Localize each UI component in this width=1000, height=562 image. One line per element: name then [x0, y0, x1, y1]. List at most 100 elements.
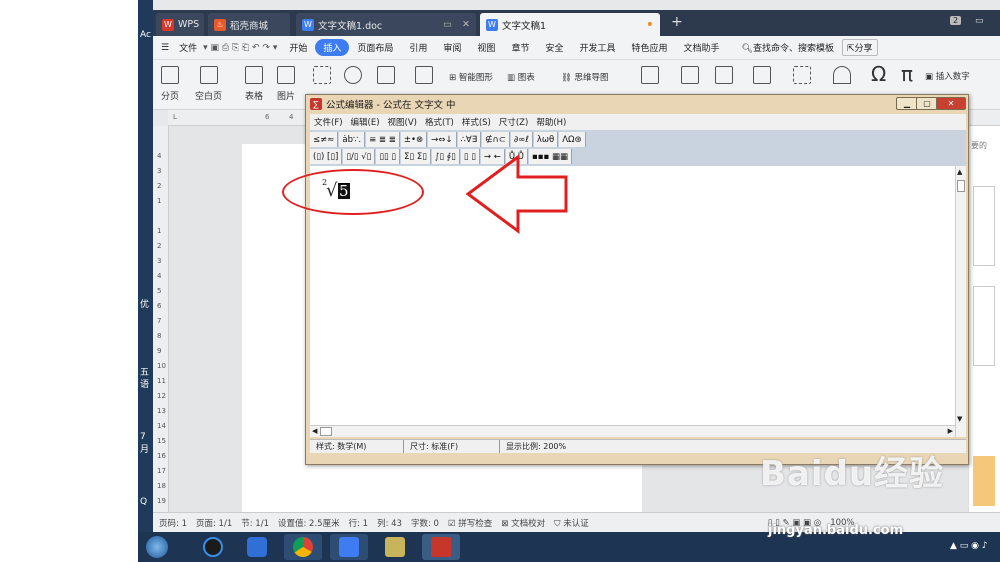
new-tab-icon[interactable]: + — [671, 14, 683, 30]
menu-start[interactable]: 开始 — [281, 41, 315, 54]
taskbar-chrome[interactable] — [284, 534, 322, 560]
tab-wps[interactable]: W WPS — [156, 13, 204, 36]
close-icon[interactable]: ✕ — [462, 19, 470, 30]
eq-menu-format[interactable]: 格式(T) — [421, 116, 458, 128]
taskbar-wps[interactable] — [330, 534, 368, 560]
shape-button[interactable] — [344, 66, 362, 89]
mindmap-button[interactable]: ⛓ 思维导图 — [561, 71, 609, 83]
wordart-button[interactable] — [833, 66, 851, 89]
menu-devtools[interactable]: 开发工具 — [571, 41, 623, 54]
greek-upper-palette[interactable]: ΛΩ⊛ — [559, 132, 586, 147]
chart-button[interactable]: ▥ 图表 — [507, 71, 535, 83]
window-count-badge[interactable]: 2 — [950, 16, 962, 25]
ruler-tab-stop-icon[interactable]: L — [173, 113, 177, 121]
tab-doc2[interactable]: W 文字文稿1 • — [480, 13, 660, 36]
maximize-button[interactable]: ▢ — [916, 97, 938, 110]
scroll-thumb[interactable] — [957, 180, 965, 192]
menu-assistant[interactable]: 文档助手 — [676, 41, 728, 54]
formula-button[interactable]: π — [901, 62, 913, 86]
fraction-radical-templates[interactable]: ▯/▯ √▯ — [343, 149, 376, 164]
close-button[interactable]: ✕ — [936, 97, 966, 110]
integral-templates[interactable]: ∫▯ ∮▯ — [431, 149, 460, 164]
operators-palette[interactable]: ±•⊗ — [400, 132, 428, 147]
greek-lower-palette[interactable]: λωθ — [533, 132, 559, 147]
template-thumbnail[interactable] — [973, 456, 995, 506]
status-section[interactable]: 节: 1/1 — [241, 517, 269, 529]
misc-palette[interactable]: ∂∞ℓ — [510, 132, 533, 147]
page-number-button[interactable] — [681, 66, 699, 89]
embellishments-palette[interactable]: ≡ ≣ ≣ — [366, 132, 400, 147]
template-thumbnail[interactable] — [973, 186, 995, 266]
window-icon[interactable]: ▭ — [443, 19, 452, 30]
summation-templates[interactable]: Σ▯ Σ▯ — [401, 149, 431, 164]
taskbar-app[interactable] — [238, 534, 276, 560]
table-button[interactable]: 表格 — [245, 66, 263, 102]
picture-button[interactable]: 图片 — [277, 66, 295, 102]
watermark-button[interactable] — [715, 66, 733, 89]
comment-button[interactable] — [753, 66, 771, 89]
header-button[interactable] — [641, 66, 659, 89]
tab-shop[interactable]: ♨ 稻壳商城 — [208, 13, 290, 36]
menu-view[interactable]: 视图 — [469, 41, 503, 54]
horizontal-scrollbar[interactable]: ◀ ▶ — [310, 425, 955, 437]
equation-edit-area[interactable]: 2 √ 5 ▲ ▼ ◀ ▶ — [282, 154, 966, 437]
quick-access-icons[interactable]: ▾ ▣ ⎙ ⎘ ⎗ ↶ ↷ ▾ — [199, 43, 281, 53]
template-thumbnail[interactable] — [973, 286, 995, 366]
taskbar-media-player[interactable] — [194, 534, 232, 560]
menu-review[interactable]: 审阅 — [435, 41, 469, 54]
scroll-left-icon[interactable]: ◀ — [312, 427, 317, 435]
taskbar-equation-editor[interactable] — [422, 534, 460, 560]
screenshot-button[interactable] — [313, 66, 331, 89]
hamburger-icon[interactable]: ☰ — [153, 43, 177, 53]
menu-security[interactable]: 安全 — [537, 41, 571, 54]
icon-library-button[interactable] — [377, 66, 395, 89]
eq-menu-style[interactable]: 样式(S) — [458, 116, 495, 128]
eq-menu-help[interactable]: 帮助(H) — [532, 116, 570, 128]
symbol-button[interactable]: Ω — [871, 62, 886, 86]
vertical-scrollbar[interactable]: ▲ ▼ — [955, 166, 966, 437]
share-button[interactable]: ⇱分享 — [841, 39, 878, 56]
logic-palette[interactable]: ∴∀∃ — [457, 132, 482, 147]
arrows-palette[interactable]: →⇔↓ — [428, 132, 457, 147]
spell-check-button[interactable]: ☑ 拼写检查 — [448, 517, 492, 529]
window-menu-icon[interactable]: ▭ — [975, 16, 984, 26]
spaces-palette[interactable]: ȧb∵. — [339, 132, 366, 147]
menu-special[interactable]: 特色应用 — [623, 41, 675, 54]
scroll-right-icon[interactable]: ▶ — [948, 427, 953, 435]
menu-layout[interactable]: 页面布局 — [349, 41, 401, 54]
menu-file[interactable]: 文件 — [177, 41, 199, 54]
eq-menu-file[interactable]: 文件(F) — [310, 116, 347, 128]
status-position[interactable]: 设置值: 2.5厘米 — [278, 517, 340, 529]
subscript-templates[interactable]: ▯▯ ▯ — [376, 149, 401, 164]
page-break-button[interactable]: 分页 — [161, 66, 179, 102]
status-pages[interactable]: 页面: 1/1 — [196, 517, 232, 529]
status-page-number[interactable]: 页码: 1 — [159, 517, 187, 529]
relations-palette[interactable]: ≤≠≈ — [310, 132, 339, 147]
status-row[interactable]: 行: 1 — [349, 517, 368, 529]
eq-menu-edit[interactable]: 编辑(E) — [347, 116, 384, 128]
textbox-button[interactable] — [793, 66, 811, 89]
scroll-thumb[interactable] — [320, 427, 332, 436]
status-column[interactable]: 列: 43 — [377, 517, 402, 529]
eq-menu-size[interactable]: 尺寸(Z) — [495, 116, 532, 128]
smart-shape-button[interactable]: ⊞ 智能图形 — [449, 71, 493, 83]
tab-doc1[interactable]: W 文字文稿1.doc ▭ ✕ — [296, 13, 476, 36]
certification-status[interactable]: ⛉ 未认证 — [554, 517, 589, 529]
menu-section[interactable]: 章节 — [503, 41, 537, 54]
minimize-button[interactable]: ▁ — [896, 97, 918, 110]
menu-insert[interactable]: 插入 — [315, 39, 350, 56]
start-button[interactable] — [140, 534, 174, 560]
taskbar-app[interactable] — [376, 534, 414, 560]
sets-palette[interactable]: ∉∩⊂ — [482, 132, 510, 147]
eq-menu-view[interactable]: 视图(V) — [384, 116, 421, 128]
tray-icons[interactable]: ▲ ▭ ◉ ♪ — [950, 541, 988, 551]
scroll-up-icon[interactable]: ▲ — [957, 168, 962, 176]
blank-page-button[interactable]: 空白页 — [195, 66, 222, 102]
proofread-button[interactable]: ⊠ 文档校对 — [501, 517, 545, 529]
scroll-down-icon[interactable]: ▼ — [957, 415, 962, 423]
status-word-count[interactable]: 字数: 0 — [411, 517, 439, 529]
online-chart-button[interactable] — [415, 66, 433, 89]
menu-reference[interactable]: 引用 — [401, 41, 435, 54]
insert-number-button[interactable]: ▣ 插入数字 — [925, 70, 970, 82]
search-command[interactable]: 🔍︎查找命令、搜索模板 — [734, 41, 842, 54]
